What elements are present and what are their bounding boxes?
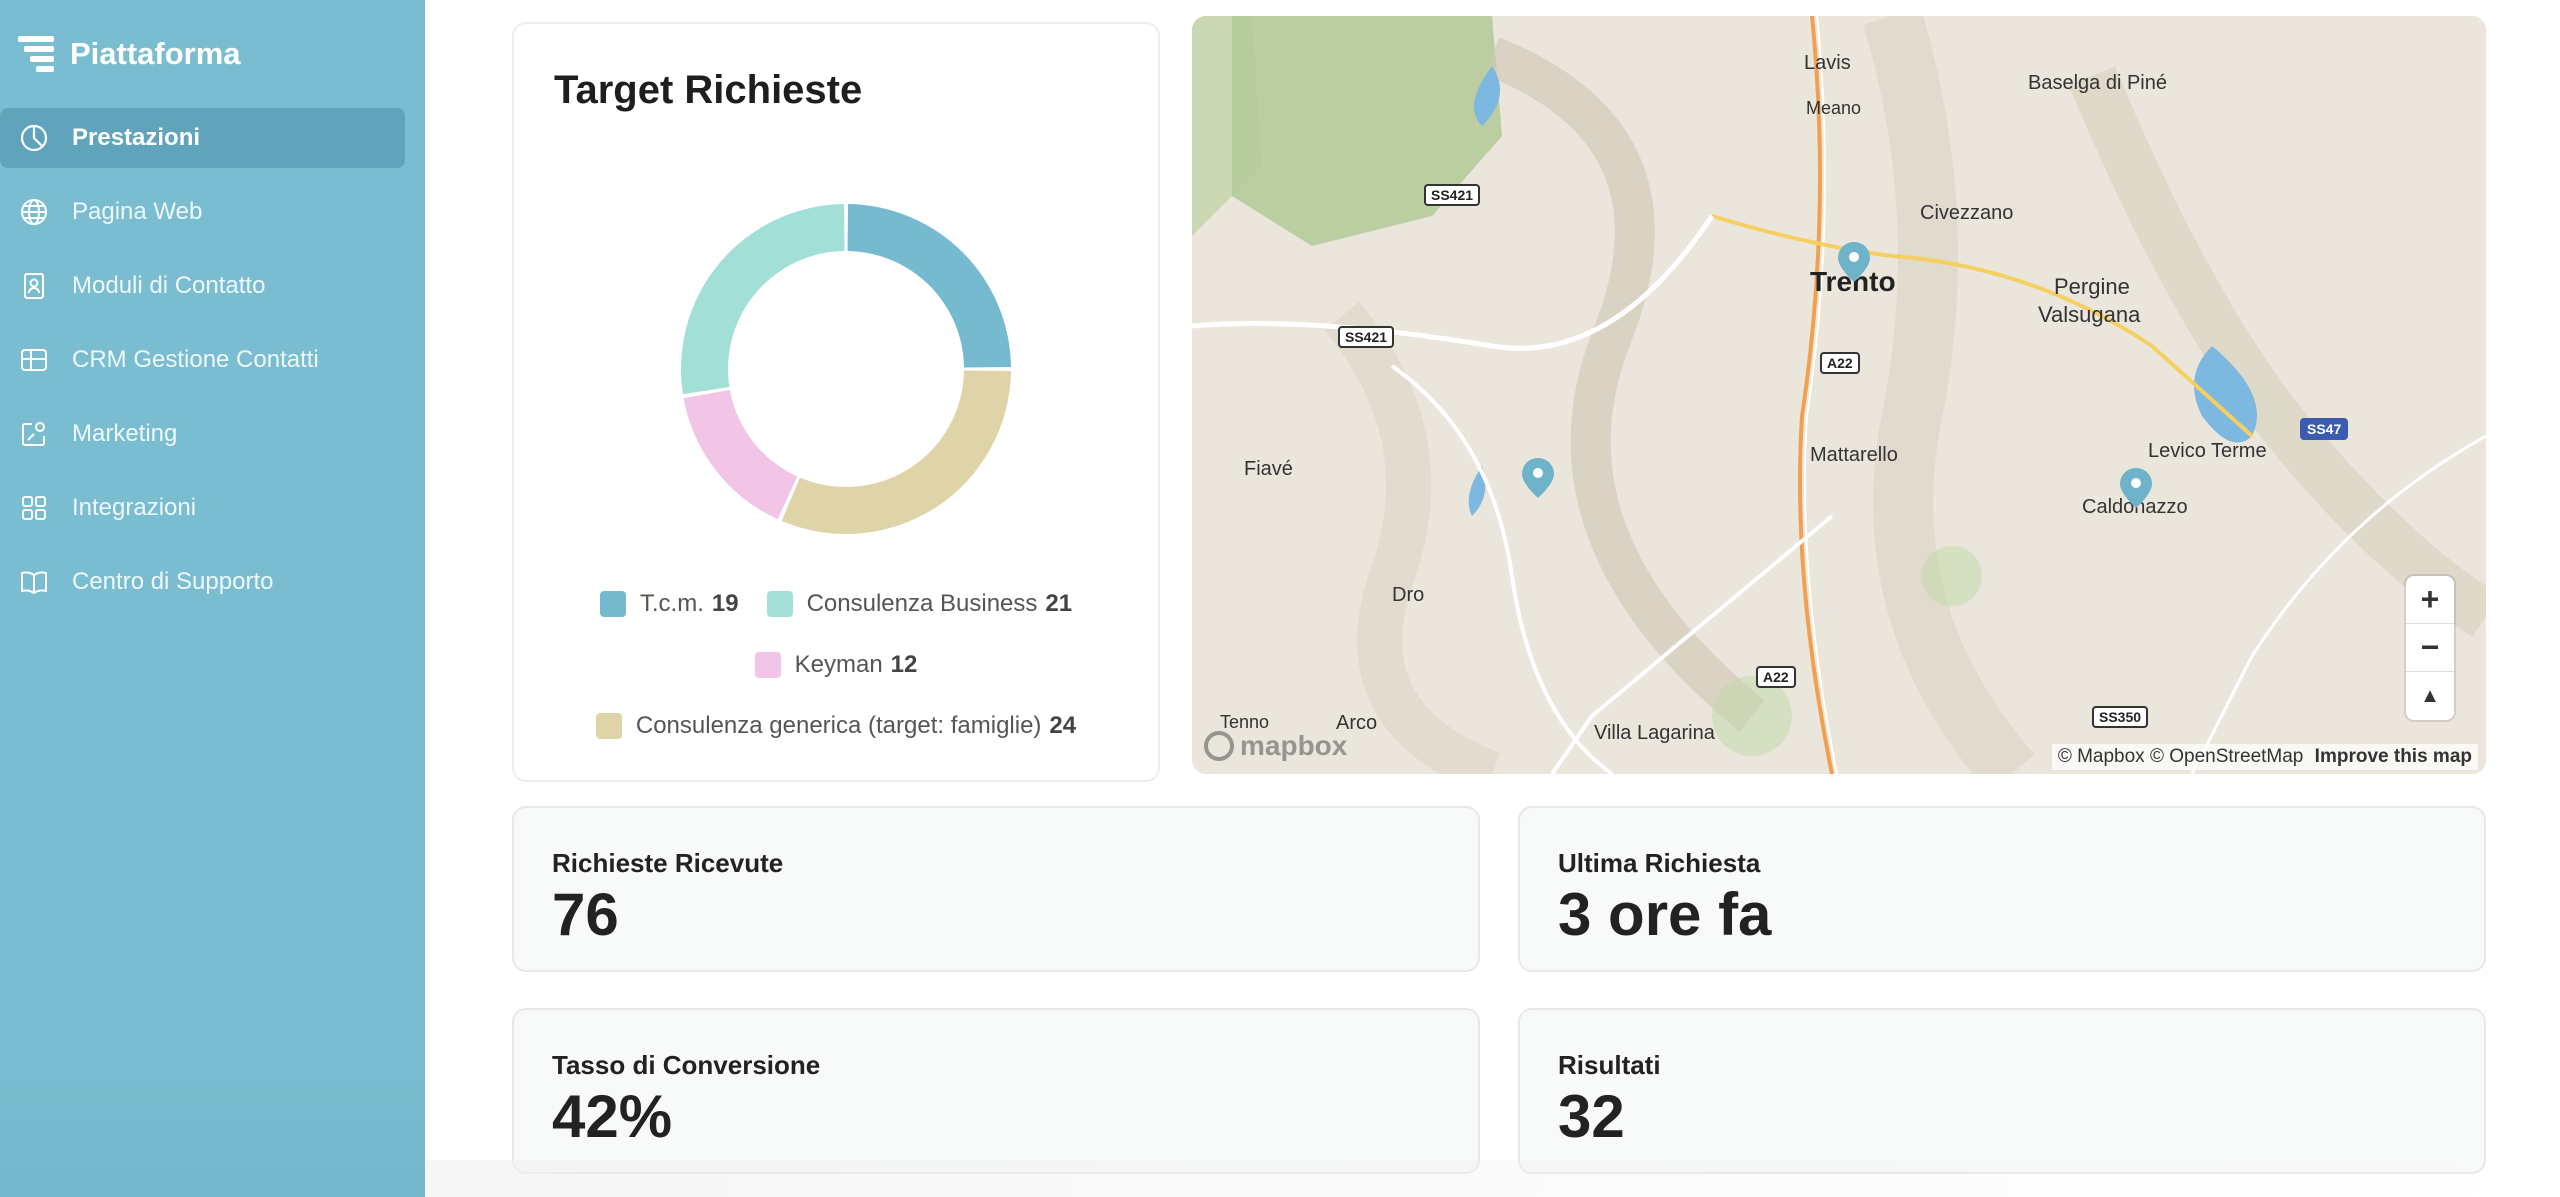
donut-slice-t-c-m[interactable]	[847, 204, 1011, 368]
grid-apps-icon	[22, 496, 46, 520]
sidebar-item-label: CRM Gestione Contatti	[72, 346, 319, 373]
map-zoom-controls: + − ▲	[2406, 576, 2454, 720]
donut-chart	[681, 204, 1011, 534]
sidebar-item-label: Integrazioni	[72, 494, 197, 521]
legend-swatch	[766, 591, 793, 617]
map-marker-icon[interactable]	[1838, 242, 1870, 282]
legend-value: 19	[711, 590, 739, 617]
sidebar-item-label: Centro di Supporto	[72, 568, 274, 595]
sidebar-item-marketing[interactable]: Marketing	[0, 404, 405, 464]
legend-swatch	[754, 652, 781, 678]
legend-value: 12	[890, 651, 918, 678]
brand[interactable]: Piattaforma	[18, 32, 241, 76]
map-terrain	[1192, 16, 2486, 774]
stat-label: Richieste Ricevute	[552, 848, 784, 878]
stat-value: 3 ore fa	[1558, 881, 1772, 948]
legend-swatch	[599, 591, 626, 617]
map-place-label: Villa Lagarina	[1594, 722, 1715, 744]
attribution-mapbox-link[interactable]: © Mapbox	[2058, 746, 2145, 767]
map-place-label: Dro	[1392, 584, 1425, 606]
legend-label: Consulenza Business	[806, 590, 1038, 617]
sidebar-item-centro-supporto[interactable]: Centro di Supporto	[0, 552, 405, 612]
target-requests-card: Target Richieste T.c.m. 19 Consulenza Bu…	[512, 22, 1160, 782]
pie-chart-icon	[20, 124, 48, 152]
brand-name: Piattaforma	[70, 36, 241, 71]
stat-value: 76	[552, 881, 619, 948]
sidebar-item-integrazioni[interactable]: Integrazioni	[0, 478, 405, 538]
sidebar-item-prestazioni[interactable]: Prestazioni	[0, 108, 405, 168]
map-place-label: Baselga di Piné	[2028, 72, 2167, 94]
legend-swatch	[595, 713, 622, 739]
map-place-label: Civezzano	[1920, 202, 2014, 224]
road-shield: SS421	[1338, 326, 1395, 348]
stat-card-last-request: Ultima Richiesta 3 ore fa	[1518, 806, 2486, 972]
globe-icon	[21, 199, 47, 225]
road-shield: SS47	[2300, 418, 2349, 440]
sidebar: Piattaforma Prestazioni Pagina Web Modul…	[0, 0, 425, 1197]
legend-item-tcm[interactable]: T.c.m. 19	[599, 590, 739, 618]
stat-label: Ultima Richiesta	[1558, 848, 1761, 878]
legend-value: 21	[1045, 590, 1073, 617]
brand-logo-icon	[18, 34, 54, 74]
legend-item-consulenza-business[interactable]: Consulenza Business 21	[766, 590, 1073, 618]
road-shield: SS350	[2092, 706, 2149, 728]
donut-slice-consulenza-business[interactable]	[681, 204, 845, 395]
marketing-icon	[22, 422, 45, 446]
sidebar-item-label: Moduli di Contatto	[72, 272, 266, 299]
page-bottom-shadow	[425, 1160, 2560, 1197]
road-shield: SS421	[1424, 184, 1481, 206]
sidebar-item-moduli-contatto[interactable]: Moduli di Contatto	[0, 256, 405, 316]
road-shield: A22	[1820, 352, 1860, 374]
sidebar-item-label: Prestazioni	[72, 124, 201, 151]
map-attribution: © Mapbox © OpenStreetMap Improve this ma…	[2051, 744, 2478, 770]
legend-label: Keyman	[794, 651, 883, 678]
map-place-label: Levico Terme	[2148, 440, 2267, 462]
stat-card-received: Richieste Ricevute 76	[512, 806, 1480, 972]
stat-label: Risultati	[1558, 1050, 1661, 1080]
map-place-label: Meano	[1806, 98, 1862, 118]
mapbox-logo-icon	[1204, 731, 1234, 761]
road-shield: A22	[1756, 666, 1796, 688]
sidebar-nav: Prestazioni Pagina Web Moduli di Contatt…	[0, 108, 425, 626]
stat-card-results: Risultati 32	[1518, 1008, 2486, 1174]
sidebar-item-label: Pagina Web	[72, 198, 203, 225]
stat-card-conversion: Tasso di Conversione 42%	[512, 1008, 1480, 1174]
stat-value: 42%	[552, 1083, 673, 1150]
legend-label: T.c.m.	[639, 590, 704, 617]
sidebar-item-crm[interactable]: CRM Gestione Contatti	[0, 330, 405, 390]
legend-item-keyman[interactable]: Keyman 12	[754, 651, 918, 679]
zoom-out-button[interactable]: −	[2406, 624, 2454, 672]
chart-legend: T.c.m. 19 Consulenza Business 21 Keyman …	[514, 584, 1158, 767]
map[interactable]: Lavis Meano Baselga di Piné Civezzano Tr…	[1192, 16, 2486, 774]
map-marker-icon[interactable]	[1522, 458, 1554, 498]
mapbox-logo[interactable]: mapbox	[1204, 730, 1347, 762]
book-icon	[21, 571, 47, 595]
sidebar-item-label: Marketing	[72, 420, 178, 447]
map-place-label: Fiavé	[1244, 458, 1293, 480]
map-marker-icon[interactable]	[2120, 468, 2152, 508]
map-place-label: Mattarello	[1810, 444, 1898, 466]
map-place-label: Valsugana	[2038, 302, 2141, 327]
donut-slice-keyman[interactable]	[683, 389, 798, 520]
donut-slice-consulenza-generica-target-famiglie[interactable]	[781, 370, 1011, 534]
map-place-label: Lavis	[1804, 52, 1851, 74]
stat-value: 32	[1558, 1083, 1625, 1150]
crm-table-icon	[21, 349, 47, 371]
legend-value: 24	[1049, 712, 1077, 739]
map-place-label: Pergine	[2054, 274, 2130, 299]
zoom-in-button[interactable]: +	[2406, 576, 2454, 624]
attribution-osm-link[interactable]: © OpenStreetMap	[2150, 746, 2303, 767]
legend-item-consulenza-generica[interactable]: Consulenza generica (target: famiglie) 2…	[595, 712, 1077, 740]
mapbox-logo-text: mapbox	[1240, 730, 1348, 761]
sidebar-item-pagina-web[interactable]: Pagina Web	[0, 182, 405, 242]
card-title: Target Richieste	[554, 68, 863, 112]
compass-button[interactable]: ▲	[2406, 672, 2454, 720]
stat-label: Tasso di Conversione	[552, 1050, 821, 1080]
contact-form-icon	[24, 273, 44, 299]
sidebar-footer	[0, 1057, 425, 1197]
legend-label: Consulenza generica (target: famiglie)	[635, 712, 1042, 739]
improve-map-link[interactable]: Improve this map	[2315, 746, 2472, 767]
